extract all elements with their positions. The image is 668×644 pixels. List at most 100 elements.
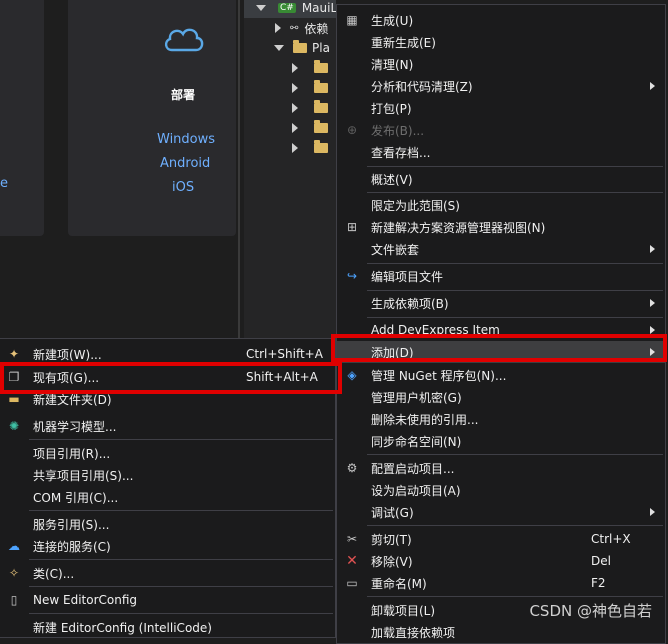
submenu-item-new-editorconfig[interactable]: ▯ New EditorConfig [0, 589, 335, 611]
menu-item-build-dependencies[interactable]: 生成依赖项(B) [337, 292, 665, 314]
nuget-icon: ◈ [347, 368, 357, 382]
tree-row-folder[interactable] [244, 118, 328, 138]
document-icon: ▯ [10, 593, 18, 607]
submenu-item-connected-services[interactable]: ☁ 连接的服务(C) [0, 535, 335, 557]
folder-icon [314, 100, 328, 113]
scissors-icon: ✂ [346, 532, 358, 546]
menu-separator [29, 613, 333, 614]
platforms-label: Pla [312, 41, 330, 55]
menu-item-edit-project-file[interactable]: ↪ 编辑项目文件 [337, 265, 665, 287]
folder-icon [314, 60, 328, 73]
submenu-item-project-reference[interactable]: 项目引用(R)... [0, 442, 335, 464]
tree-row-dependencies[interactable]: ⚯ 依赖 [244, 18, 328, 38]
platform-android[interactable]: Android [160, 156, 210, 171]
menu-item-debug[interactable]: 调试(G) [337, 501, 665, 523]
folder-icon: ▬ [8, 392, 20, 406]
deploy-card[interactable]: 部署 Windows Android iOS [68, 0, 236, 236]
highlight-box-add [331, 334, 667, 362]
menu-separator [29, 439, 333, 440]
menu-item-clean[interactable]: 清理(N) [337, 53, 665, 75]
platform-windows[interactable]: Windows [157, 132, 215, 147]
class-icon: ✧ [8, 566, 20, 580]
submenu-arrow-icon [650, 82, 655, 90]
submenu-arrow-icon [650, 245, 655, 253]
menu-item-analyze-cleanup[interactable]: 分析和代码清理(Z) [337, 75, 665, 97]
menu-item-remove[interactable]: ✕ 移除(V) Del [337, 550, 665, 572]
folder-icon [293, 40, 307, 53]
expand-arrow-icon[interactable] [292, 103, 298, 113]
redo-arrow-icon: ↪ [346, 269, 358, 283]
folder-icon [314, 80, 328, 93]
expand-arrow-icon[interactable] [292, 123, 298, 133]
submenu-item-shared-project-reference[interactable]: 共享项目引用(S)... [0, 464, 335, 486]
tree-row-platforms[interactable]: Pla [244, 38, 330, 58]
cloud-icon [164, 28, 204, 52]
expand-arrow-icon[interactable] [292, 143, 298, 153]
menu-item-view-archive[interactable]: 查看存档... [337, 141, 665, 163]
left-card-partial-text: e [0, 176, 8, 191]
menu-item-build[interactable]: ▦ 生成(U) [337, 9, 665, 31]
submenu-item-class[interactable]: ✧ 类(C)... [0, 562, 335, 584]
menu-item-rename[interactable]: ▭ 重命名(M) F2 [337, 572, 665, 594]
menu-separator [367, 525, 663, 526]
menu-separator [367, 290, 663, 291]
globe-icon: ⊕ [346, 123, 358, 137]
tree-row-folder[interactable] [244, 98, 328, 118]
menu-item-rebuild[interactable]: 重新生成(E) [337, 31, 665, 53]
tree-row-folder[interactable] [244, 58, 328, 78]
gear-icon: ⚙ [346, 461, 358, 475]
submenu-item-com-reference[interactable]: COM 引用(C)... [0, 486, 335, 508]
menu-item-configure-startup[interactable]: ⚙ 配置启动项目... [337, 457, 665, 479]
delete-x-icon: ✕ [346, 553, 358, 569]
menu-item-pack[interactable]: 打包(P) [337, 97, 665, 119]
menu-item-set-startup[interactable]: 设为启动项目(A) [337, 479, 665, 501]
new-view-icon: ⊞ [346, 220, 358, 234]
submenu-item-new-editorconfig-intellicode[interactable]: 新建 EditorConfig (IntelliCode) [0, 616, 335, 638]
csharp-project-icon: C# [278, 3, 296, 13]
submenu-arrow-icon [650, 326, 655, 334]
submenu-arrow-icon [650, 508, 655, 516]
menu-separator [29, 559, 333, 560]
dependencies-label: 依赖 [304, 21, 329, 36]
expand-arrow-icon[interactable] [292, 63, 298, 73]
tree-row-project[interactable]: C# MauiL [244, 0, 337, 18]
menu-separator [29, 510, 333, 511]
project-context-menu: ▦ 生成(U) 重新生成(E) 清理(N) 分析和代码清理(Z) 打包(P) ⊕ 发… [336, 4, 666, 644]
menu-item-manage-nuget[interactable]: ◈ 管理 NuGet 程序包(N)... [337, 364, 665, 386]
platform-ios[interactable]: iOS [172, 180, 194, 195]
highlight-box-existing-item [0, 362, 342, 394]
submenu-item-service-reference[interactable]: 服务引用(S)... [0, 513, 335, 535]
menu-separator [367, 263, 663, 264]
rename-icon: ▭ [346, 576, 358, 590]
menu-separator [367, 166, 663, 167]
folder-icon [314, 140, 328, 153]
tree-row-folder[interactable] [244, 78, 328, 98]
menu-item-load-direct-deps[interactable]: 加载直接依赖项 [337, 621, 665, 643]
left-card: e [0, 0, 44, 236]
menu-item-sync-namespaces[interactable]: 同步命名空间(N) [337, 430, 665, 452]
build-icon: ▦ [346, 13, 358, 27]
expand-arrow-icon[interactable] [274, 45, 284, 51]
connected-services-icon: ☁ [8, 539, 20, 553]
folder-icon [314, 120, 328, 133]
tree-row-folder[interactable] [244, 138, 328, 158]
menu-separator [367, 192, 663, 193]
expand-arrow-icon[interactable] [275, 23, 281, 33]
menu-separator [29, 586, 333, 587]
menu-item-new-explorer-view[interactable]: ⊞ 新建解决方案资源管理器视图(N) [337, 216, 665, 238]
dependencies-icon: ⚯ [290, 22, 299, 34]
menu-item-manage-user-secrets[interactable]: 管理用户机密(G) [337, 386, 665, 408]
menu-item-overview[interactable]: 概述(V) [337, 168, 665, 190]
menu-item-scope-to-this[interactable]: 限定为此范围(S) [337, 194, 665, 216]
menu-item-file-nesting[interactable]: 文件嵌套 [337, 238, 665, 260]
menu-item-remove-unused-refs[interactable]: 删除未使用的引用... [337, 408, 665, 430]
menu-separator [367, 317, 663, 318]
menu-separator [367, 596, 663, 597]
expand-arrow-icon[interactable] [292, 83, 298, 93]
deploy-title: 部署 [171, 88, 196, 102]
new-item-icon: ✦ [8, 347, 20, 361]
submenu-item-ml-model[interactable]: ✺ 机器学习模型... [0, 415, 335, 437]
expand-arrow-icon[interactable] [256, 5, 266, 11]
menu-item-cut[interactable]: ✂ 剪切(T) Ctrl+X [337, 528, 665, 550]
menu-item-publish[interactable]: ⊕ 发布(B)... [337, 119, 665, 141]
